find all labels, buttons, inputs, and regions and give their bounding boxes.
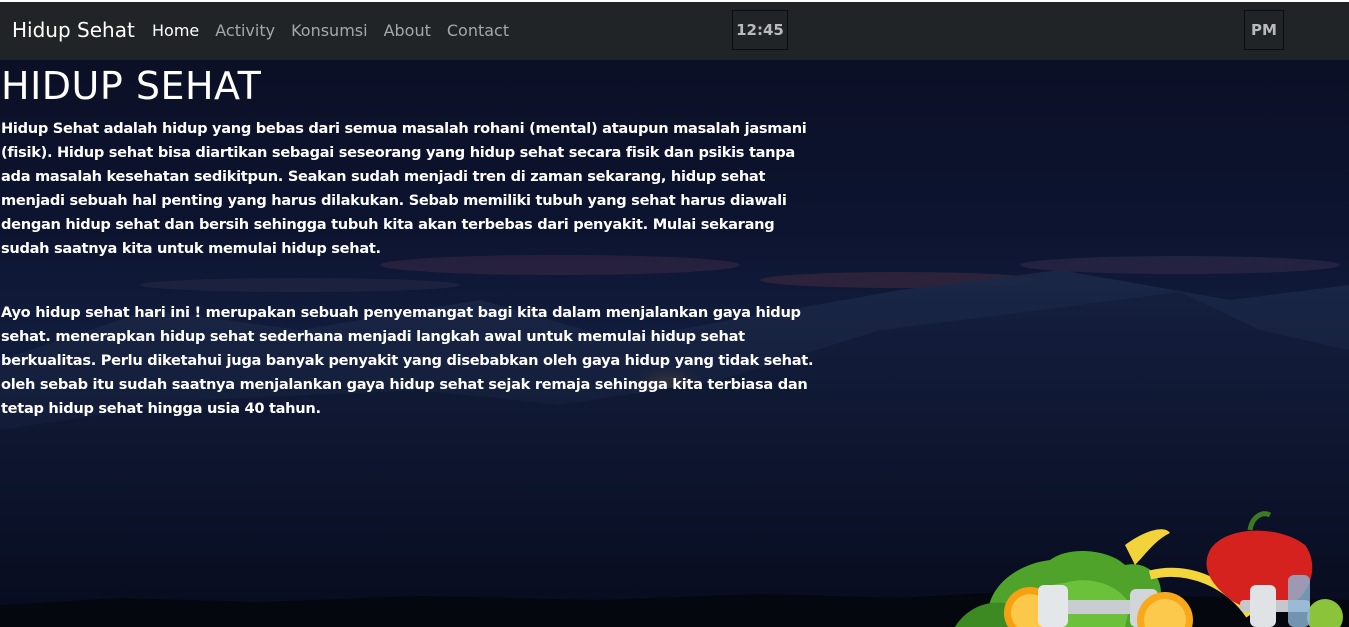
nav-links: Home Activity Konsumsi About Contact bbox=[152, 21, 525, 40]
nav-link-activity[interactable]: Activity bbox=[215, 21, 275, 40]
clock-ampm: PM bbox=[1244, 10, 1284, 50]
nav-link-home[interactable]: Home bbox=[152, 21, 199, 40]
clock-time: 12:45 bbox=[732, 10, 788, 50]
page-title: HIDUP SEHAT bbox=[1, 64, 262, 108]
nav-link-contact[interactable]: Contact bbox=[447, 21, 509, 40]
brand-link[interactable]: Hidup Sehat bbox=[12, 18, 135, 42]
intro-paragraph: Hidup Sehat adalah hidup yang bebas dari… bbox=[1, 120, 807, 257]
navbar: Hidup Sehat Home Activity Konsumsi About… bbox=[0, 2, 1349, 60]
page: Hidup Sehat Home Activity Konsumsi About… bbox=[0, 0, 1349, 627]
nav-link-konsumsi[interactable]: Konsumsi bbox=[291, 21, 367, 40]
healthy-food-illustration-icon bbox=[955, 511, 1343, 627]
nav-link-about[interactable]: About bbox=[384, 21, 431, 40]
hero-section: HIDUP SEHAT Hidup Sehat adalah hidup yan… bbox=[0, 60, 1349, 627]
motivation-paragraph: Ayo hidup sehat hari ini ! merupakan seb… bbox=[1, 304, 814, 417]
